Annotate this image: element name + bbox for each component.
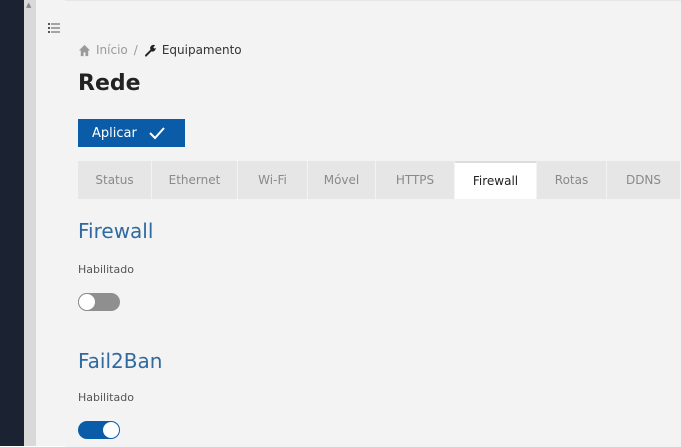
- tab-firewall[interactable]: Firewall: [455, 161, 537, 199]
- section-title-fail2ban: Fail2Ban: [78, 349, 163, 373]
- tab-https[interactable]: HTTPS: [376, 161, 455, 199]
- breadcrumb: Início / Equipamento: [78, 43, 242, 57]
- section-title-firewall: Firewall: [78, 219, 154, 243]
- check-icon: [149, 127, 165, 140]
- toggle-knob: [79, 294, 95, 310]
- field-label-fail2ban-enabled: Habilitado: [78, 391, 134, 404]
- breadcrumb-separator: /: [133, 43, 138, 57]
- tab-rotas[interactable]: Rotas: [537, 161, 607, 199]
- menu-list-icon[interactable]: [48, 22, 60, 34]
- firewall-enabled-toggle[interactable]: [78, 293, 120, 311]
- page-title: Rede: [78, 71, 141, 96]
- breadcrumb-home-link[interactable]: Início: [96, 43, 128, 57]
- home-icon: [78, 44, 91, 56]
- left-sidebar: [0, 0, 24, 446]
- apply-button-label: Aplicar: [92, 125, 137, 141]
- tab-status[interactable]: Status: [78, 161, 152, 199]
- tab-movel[interactable]: Móvel: [308, 161, 376, 199]
- apply-button[interactable]: Aplicar: [78, 119, 185, 147]
- menu-gutter: [36, 0, 65, 446]
- wrench-icon: [144, 44, 156, 57]
- main-content: Início / Equipamento Rede Aplicar Status…: [65, 0, 681, 447]
- scrollbar[interactable]: ▲: [24, 0, 36, 446]
- fail2ban-enabled-toggle[interactable]: [78, 421, 120, 439]
- tab-wifi[interactable]: Wi-Fi: [238, 161, 308, 199]
- scroll-up-arrow-icon[interactable]: ▲: [26, 2, 31, 9]
- tab-ddns[interactable]: DDNS: [607, 161, 681, 199]
- toggle-knob: [103, 422, 119, 438]
- field-label-firewall-enabled: Habilitado: [78, 263, 134, 276]
- tab-bar: Status Ethernet Wi-Fi Móvel HTTPS Firewa…: [78, 161, 681, 199]
- tab-ethernet[interactable]: Ethernet: [152, 161, 238, 199]
- breadcrumb-current: Equipamento: [161, 43, 242, 57]
